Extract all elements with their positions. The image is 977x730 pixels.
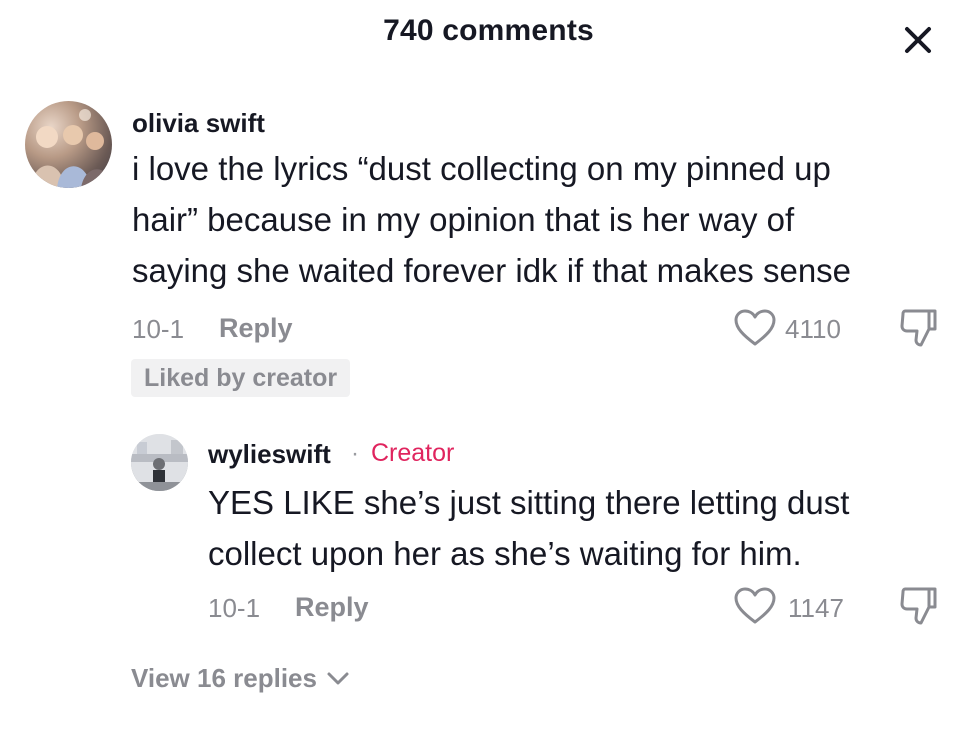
reply-reply-button[interactable]: Reply xyxy=(295,592,369,623)
like-button[interactable] xyxy=(733,309,777,347)
close-button[interactable] xyxy=(896,18,940,62)
reply-text: YES LIKE she’s just sitting there lettin… xyxy=(208,484,850,572)
creator-separator: · xyxy=(351,440,359,467)
comment-date: 10-1 xyxy=(132,314,185,344)
dislike-button[interactable] xyxy=(897,307,941,349)
reply-avatar-photo xyxy=(131,434,188,491)
comment-username[interactable]: olivia swift xyxy=(132,108,265,139)
reply-username[interactable]: wylieswift xyxy=(208,439,331,470)
reply-button[interactable]: Reply xyxy=(219,313,293,344)
reply-date: 10-1 xyxy=(208,593,261,623)
comment-text: i love the lyrics “dust collecting on my… xyxy=(132,150,852,289)
chevron-down-icon xyxy=(327,672,349,684)
thumbs-down-icon xyxy=(900,309,937,347)
heart-icon xyxy=(734,309,776,346)
like-count: 4110 xyxy=(785,314,841,344)
reply-dislike-button[interactable] xyxy=(897,585,941,627)
creator-label: Creator xyxy=(371,439,455,467)
reply-avatar[interactable] xyxy=(131,434,188,491)
avatar-photo xyxy=(31,109,112,188)
close-icon xyxy=(905,27,931,53)
liked-by-creator-badge: Liked by creator xyxy=(131,359,351,397)
comments-count-title: 740 comments xyxy=(383,14,594,47)
thumbs-down-icon xyxy=(900,587,937,625)
view-replies-label: View 16 replies xyxy=(131,663,317,693)
reply-like-button[interactable] xyxy=(733,587,777,625)
reply-like-count: 1147 xyxy=(788,593,844,623)
avatar[interactable] xyxy=(25,101,112,188)
heart-icon xyxy=(734,587,776,624)
view-replies-button[interactable]: View 16 replies xyxy=(131,663,351,694)
